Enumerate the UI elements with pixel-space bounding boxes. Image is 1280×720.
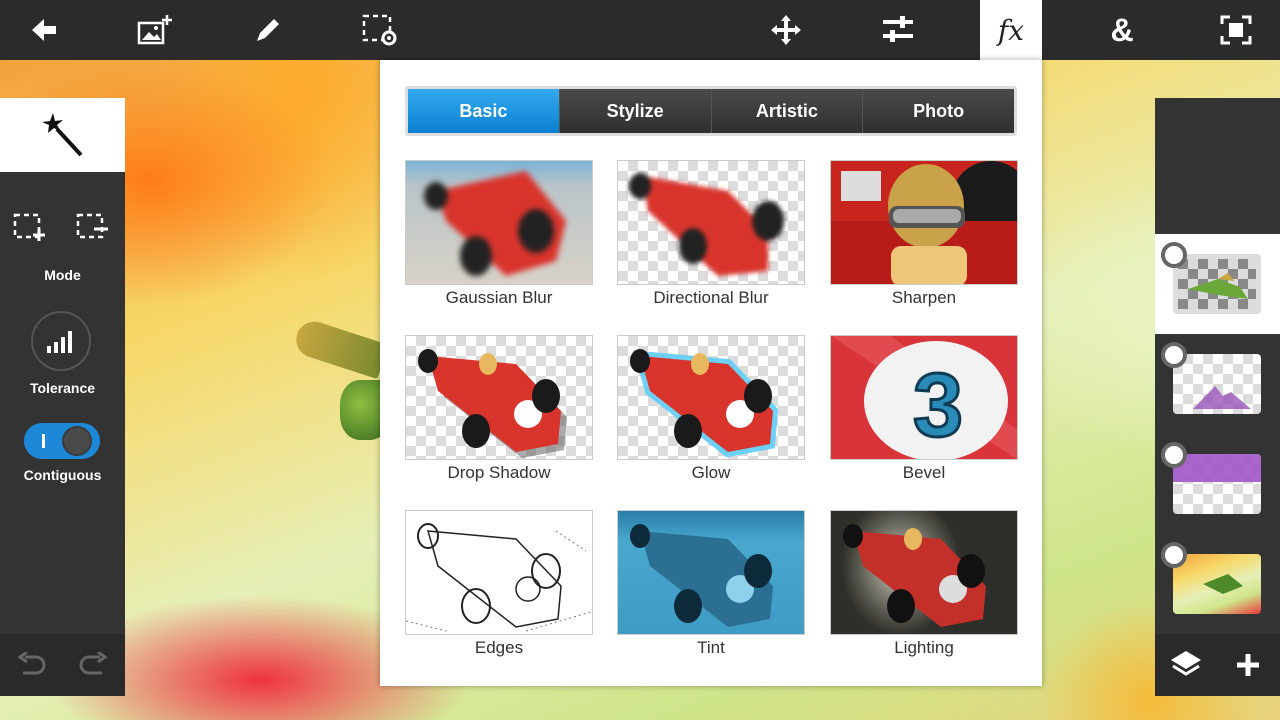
layer-visibility-toggle[interactable]: [1161, 542, 1187, 568]
effect-label: Bevel: [902, 463, 946, 482]
fullscreen-button[interactable]: [1206, 0, 1266, 60]
add-image-icon: [137, 15, 172, 45]
effect-sharpen[interactable]: Sharpen: [830, 160, 1018, 310]
effects-tabs: Basic Stylize Artistic Photo: [405, 86, 1017, 136]
layer-item-photo[interactable]: [1155, 534, 1280, 634]
pencil-icon: [257, 19, 279, 41]
mode-label: Mode: [44, 267, 81, 283]
subtract-selection-icon: [76, 213, 108, 239]
toggle-knob: [62, 426, 92, 456]
bevel-thumbnail: 3: [830, 335, 1018, 460]
directional-blur-thumbnail: [617, 160, 805, 285]
effects-panel: Basic Stylize Artistic Photo Gaussian Bl…: [380, 60, 1042, 686]
signal-bars-icon: [47, 331, 72, 353]
move-button[interactable]: [756, 0, 816, 60]
tint-thumbnail: [617, 510, 805, 635]
effect-bevel[interactable]: 3 Bevel: [830, 335, 1018, 485]
effect-label: Directional Blur: [653, 288, 769, 307]
layers-panel: [1155, 98, 1280, 696]
effect-label: Gaussian Blur: [445, 288, 553, 307]
layers-icon: [1171, 651, 1201, 676]
layers-button[interactable]: [1166, 645, 1206, 685]
add-selection-icon: [13, 213, 45, 241]
effect-label: Drop Shadow: [447, 463, 551, 482]
svg-text:3: 3: [913, 356, 963, 456]
gaussian-blur-thumbnail: [405, 160, 593, 285]
glow-thumbnail: [617, 335, 805, 460]
redo-icon: [79, 652, 108, 675]
fullscreen-icon: [1220, 15, 1252, 45]
sliders-icon: [883, 16, 913, 42]
lighting-thumbnail: [830, 510, 1018, 635]
draw-button[interactable]: [238, 0, 298, 60]
effect-glow[interactable]: Glow: [617, 335, 805, 485]
layer-thumbnail: [1173, 554, 1261, 614]
ampersand-icon: &: [1110, 11, 1134, 48]
top-toolbar: fx &: [0, 0, 1280, 60]
effect-label: Glow: [691, 463, 731, 482]
layer-thumbnail: [1173, 254, 1261, 314]
undo-icon: [17, 652, 46, 675]
layer-visibility-toggle[interactable]: [1161, 342, 1187, 368]
contiguous-toggle[interactable]: [24, 423, 100, 459]
move-arrows-icon: [771, 15, 801, 45]
adjustments-button[interactable]: [868, 0, 928, 60]
tolerance-label: Tolerance: [29, 380, 96, 396]
layer-item-purple-fill[interactable]: [1155, 434, 1280, 534]
back-arrow-icon: [32, 19, 56, 41]
effect-edges[interactable]: Edges: [405, 510, 593, 660]
text-button[interactable]: &: [1092, 0, 1152, 60]
effect-tint[interactable]: Tint: [617, 510, 805, 660]
tolerance-button[interactable]: [31, 311, 91, 371]
layer-thumbnail: [1173, 454, 1261, 514]
effect-lighting[interactable]: Lighting: [830, 510, 1018, 660]
effect-label: Edges: [474, 638, 524, 657]
tab-artistic[interactable]: Artistic: [711, 89, 864, 133]
layer-item-bird[interactable]: [1155, 234, 1280, 334]
back-button[interactable]: [14, 0, 74, 60]
effect-directional-blur[interactable]: Directional Blur: [617, 160, 805, 310]
selection-mode-row: [0, 208, 125, 248]
tab-basic[interactable]: Basic: [408, 89, 560, 133]
undo-button[interactable]: [12, 645, 52, 685]
tab-photo[interactable]: Photo: [863, 89, 1014, 133]
effect-gaussian-blur[interactable]: Gaussian Blur: [405, 160, 593, 310]
effect-label: Sharpen: [891, 288, 957, 307]
selection-settings-button[interactable]: [350, 0, 410, 60]
effect-drop-shadow[interactable]: Drop Shadow: [405, 335, 593, 485]
effect-label: Lighting: [894, 638, 954, 657]
contiguous-label: Contiguous: [23, 467, 102, 483]
edges-thumbnail: [405, 510, 593, 635]
layer-item-purple-shape[interactable]: [1155, 334, 1280, 434]
toggle-on-indicator: [42, 434, 45, 448]
magic-wand-icon: [41, 113, 82, 157]
layer-visibility-toggle[interactable]: [1161, 242, 1187, 268]
add-layer-button[interactable]: [1228, 645, 1268, 685]
magic-wand-tool-button[interactable]: [0, 98, 125, 172]
layer-visibility-toggle[interactable]: [1161, 442, 1187, 468]
add-image-button[interactable]: [126, 0, 186, 60]
bird-beak: [291, 316, 389, 380]
effect-label: Tint: [697, 638, 725, 657]
redo-button[interactable]: [73, 645, 113, 685]
effects-button[interactable]: fx: [980, 0, 1042, 60]
add-selection-button[interactable]: [10, 208, 50, 248]
history-controls: [0, 634, 125, 696]
subtract-selection-button[interactable]: [73, 208, 113, 248]
layer-thumbnail: [1173, 354, 1261, 414]
sharpen-thumbnail: [830, 160, 1018, 285]
plus-icon: [1237, 654, 1259, 676]
fx-icon: fx: [997, 13, 1025, 47]
drop-shadow-thumbnail: [405, 335, 593, 460]
selection-gear-icon: [362, 14, 397, 46]
selection-tool-panel: Mode Tolerance Contiguous: [0, 98, 125, 696]
tab-stylize[interactable]: Stylize: [559, 89, 712, 133]
layers-controls: [1155, 634, 1280, 696]
